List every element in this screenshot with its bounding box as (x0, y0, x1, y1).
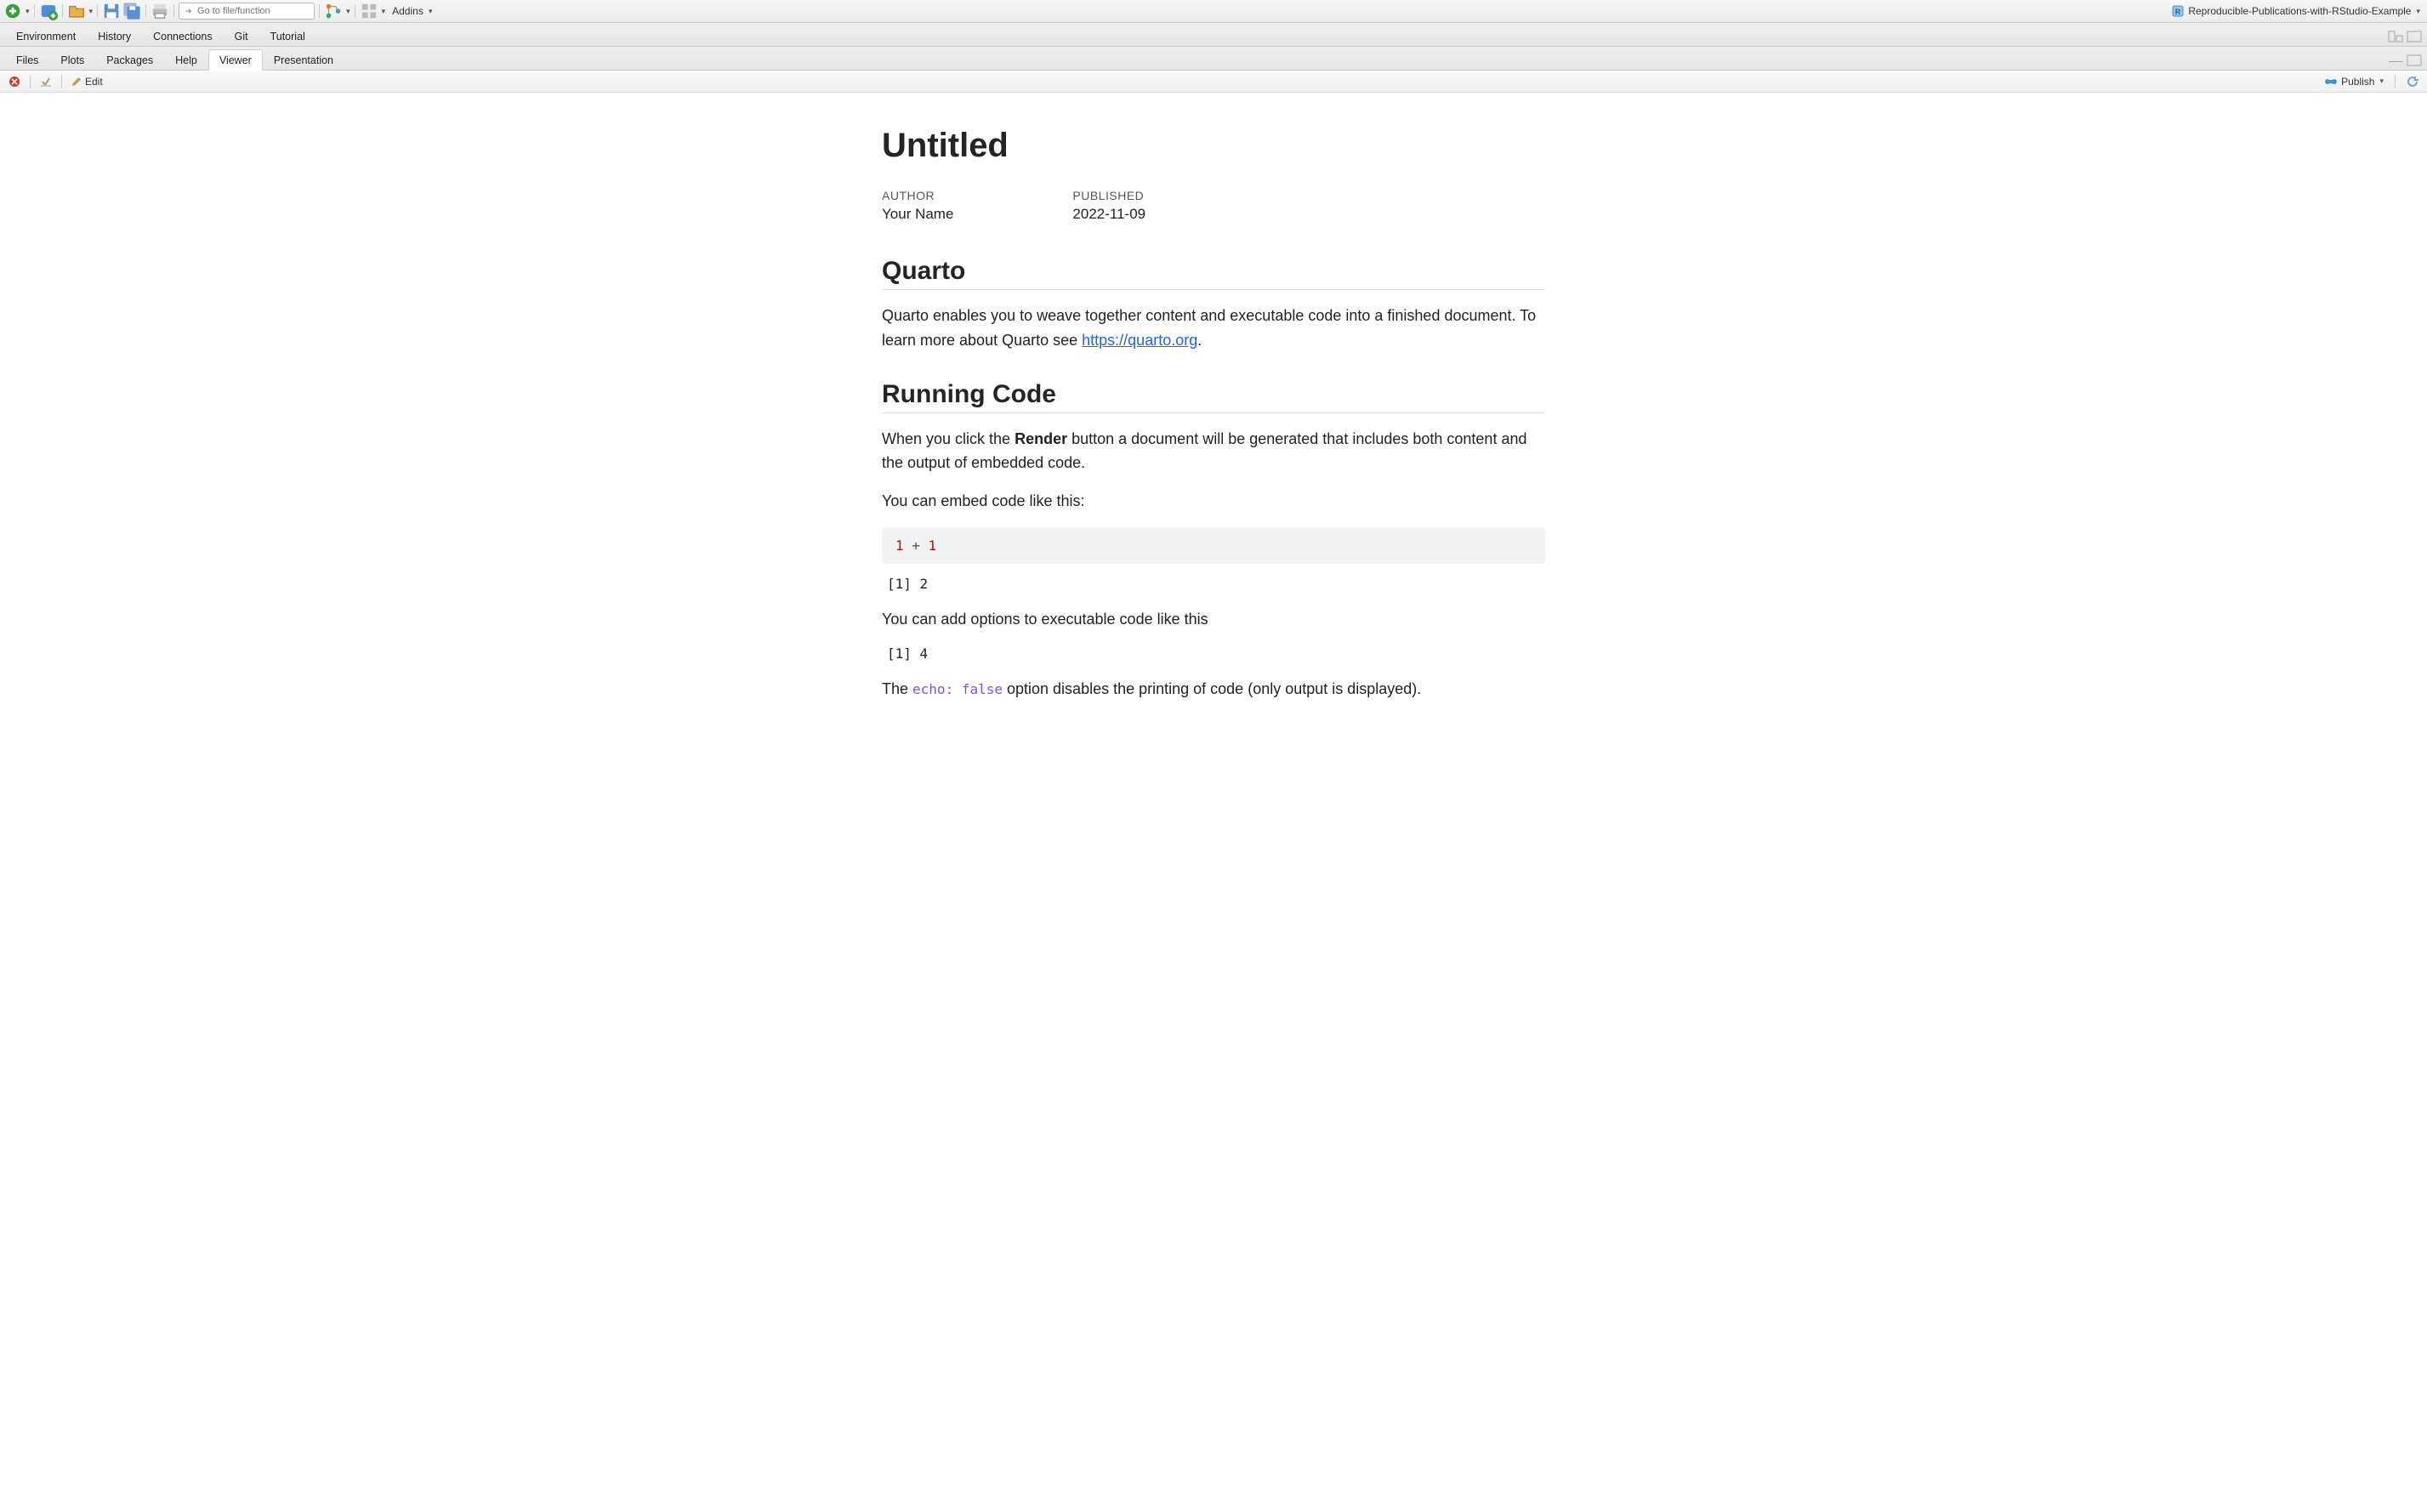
maximize-pane-icon[interactable] (2407, 31, 2422, 43)
addins-menu[interactable]: Addins ▾ (392, 5, 432, 17)
save-all-icon[interactable] (122, 3, 141, 20)
workspace-panes-icon[interactable] (360, 3, 378, 20)
open-file-icon[interactable] (67, 3, 86, 20)
inline-code-echo: echo: false (912, 681, 1003, 697)
paragraph-render: When you click the Render button a docum… (882, 427, 1545, 476)
viewer-toolbar: Edit Publish ▾ (0, 71, 2427, 93)
lower-pane-tabs: Files Plots Packages Help Viewer Present… (0, 47, 2427, 71)
minimize-pane-icon[interactable] (2388, 31, 2403, 43)
clear-viewer-icon[interactable] (37, 74, 55, 89)
output-block-1: [1] 2 (887, 576, 1545, 592)
refresh-viewer-icon[interactable] (2403, 74, 2422, 89)
paragraph-options: You can add options to executable code l… (882, 607, 1545, 632)
tab-viewer[interactable]: Viewer (208, 49, 263, 71)
publish-button[interactable]: Publish ▾ (2321, 74, 2387, 89)
paragraph-echo: The echo: false option disables the prin… (882, 677, 1545, 702)
tab-packages[interactable]: Packages (95, 49, 164, 71)
author-label: AUTHOR (882, 189, 953, 202)
rendered-document: Untitled AUTHOR Your Name PUBLISHED 2022… (831, 93, 1596, 783)
project-dropdown[interactable]: ▾ (2416, 7, 2420, 16)
viewer-pane[interactable]: Untitled AUTHOR Your Name PUBLISHED 2022… (0, 93, 2427, 1512)
new-file-icon[interactable] (3, 3, 22, 20)
goto-file-function-box[interactable] (179, 3, 315, 20)
vcs-dropdown[interactable]: ▾ (346, 7, 350, 16)
edit-button[interactable]: Edit (68, 74, 106, 89)
pencil-icon (71, 77, 82, 87)
panes-dropdown[interactable]: ▾ (382, 7, 386, 16)
tab-tutorial[interactable]: Tutorial (259, 26, 316, 47)
tab-help[interactable]: Help (164, 49, 208, 71)
published-value: 2022-11-09 (1072, 206, 1145, 223)
tab-history[interactable]: History (87, 26, 142, 47)
published-label: PUBLISHED (1072, 189, 1145, 202)
tab-environment[interactable]: Environment (5, 26, 87, 47)
publish-icon (2324, 76, 2338, 88)
save-icon[interactable] (102, 3, 121, 20)
minimize-lower-pane-icon[interactable] (2388, 54, 2403, 66)
upper-pane-tabs: Environment History Connections Git Tuto… (0, 23, 2427, 47)
project-name[interactable]: Reproducible-Publications-with-RStudio-E… (2188, 5, 2411, 17)
tab-files[interactable]: Files (5, 49, 49, 71)
quarto-link[interactable]: https://quarto.org (1082, 332, 1197, 349)
goto-arrow-icon (185, 7, 192, 15)
project-icon: R (2171, 4, 2185, 18)
open-file-dropdown[interactable]: ▾ (89, 7, 94, 16)
print-icon[interactable] (151, 3, 169, 20)
tab-plots[interactable]: Plots (49, 49, 95, 71)
author-value: Your Name (882, 206, 953, 223)
paragraph-quarto-intro: Quarto enables you to weave together con… (882, 304, 1545, 353)
paragraph-embed: You can embed code like this: (882, 489, 1545, 514)
heading-running-code: Running Code (882, 380, 1545, 413)
code-block-1: 1 + 1 (882, 527, 1545, 564)
tab-connections[interactable]: Connections (142, 26, 224, 47)
goto-input[interactable] (197, 6, 309, 16)
tab-presentation[interactable]: Presentation (263, 49, 344, 71)
remove-viewer-item-icon[interactable] (5, 74, 24, 89)
maximize-lower-pane-icon[interactable] (2407, 54, 2422, 66)
new-project-icon[interactable] (39, 3, 58, 20)
doc-title: Untitled (882, 127, 1545, 165)
top-toolbar: ▾ ▾ ▾ ▾ Addins ▾ R Reproducible-Publicat… (0, 0, 2427, 23)
heading-quarto: Quarto (882, 257, 1545, 290)
output-block-2: [1] 4 (887, 645, 1545, 662)
version-control-icon[interactable] (324, 3, 343, 20)
tab-git[interactable]: Git (224, 26, 259, 47)
svg-text:R: R (2175, 8, 2181, 16)
new-file-dropdown[interactable]: ▾ (26, 7, 30, 16)
